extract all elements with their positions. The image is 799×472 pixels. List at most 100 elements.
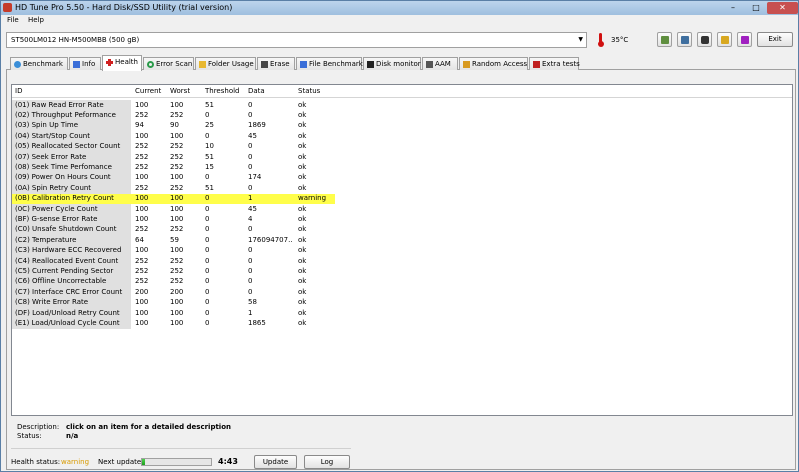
header-worst[interactable]: Worst [170,87,190,95]
tab-file-benchmark[interactable]: File Benchmark [296,57,363,70]
table-row[interactable]: (09) Power On Hours Count 100 100 0 174 ok [12,172,792,184]
cell-worst: 252 [170,256,184,265]
disk-monitor-icon [367,61,374,68]
cell-worst: 252 [170,152,184,161]
tab-folder-usage[interactable]: Folder Usage [195,57,256,70]
cell-id: (DF) Load/Unload Retry Count [15,308,120,317]
cell-current: 252 [135,110,149,119]
table-row[interactable]: (BF) G-sense Error Rate 100 100 0 4 ok [12,214,792,225]
copy-screen-button[interactable] [677,32,692,47]
menu-file[interactable]: File [7,16,19,24]
table-row[interactable]: (02) Throughput Peformance 252 252 0 0 ok [12,110,792,121]
table-row[interactable]: (C0) Unsafe Shutdown Count 252 252 0 0 ok [12,224,792,236]
tab-info[interactable]: Info [69,57,101,70]
cell-data: 174 [248,173,262,182]
cell-worst: 100 [170,173,184,182]
cell-data: 0 [248,142,253,151]
extra-tests-icon [533,61,540,68]
cell-current: 252 [135,183,149,192]
tab-aam[interactable]: AAM [422,57,458,70]
drive-select[interactable]: ST500LM012 HN-M500MBB (500 gB) ▼ [6,32,587,48]
header-status[interactable]: Status [298,87,320,95]
table-row[interactable]: (C5) Current Pending Sector 252 252 0 0 ok [12,266,792,277]
table-row[interactable]: (0C) Power Cycle Count 100 100 0 45 ok [12,204,792,215]
table-row[interactable]: (04) Start/Stop Count 100 100 0 45 ok [12,131,792,142]
health-status-label: Health status: [11,458,61,466]
table-row[interactable]: (07) Seek Error Rate 252 252 51 0 ok [12,152,792,163]
cell-threshold: 51 [205,100,214,109]
tab-health[interactable]: Health [102,55,142,71]
table-row[interactable]: (C7) Interface CRC Error Count 200 200 0 0 ok [12,287,792,298]
save-button[interactable] [737,32,752,47]
tab-random-access[interactable]: Random Access [459,57,528,70]
window-title: HD Tune Pro 5.50 - Hard Disk/SSD Utility… [15,3,233,12]
cell-status: ok [298,235,307,244]
table-row[interactable]: (C2) Temperature 64 59 0 176094707... ok [12,235,792,246]
cell-status: ok [298,246,307,255]
table-row[interactable]: (0A) Spin Retry Count 252 252 51 0 ok [12,183,792,194]
table-row[interactable]: (C6) Offline Uncorrectable 252 252 0 0 ok [12,276,792,288]
cell-status: ok [298,225,307,234]
cell-threshold: 0 [205,308,210,317]
maximize-button[interactable]: □ [745,2,767,14]
smart-attributes-list[interactable]: ID Current Worst Threshold Data Status (… [11,84,793,416]
header-current[interactable]: Current [135,87,161,95]
table-row[interactable]: (05) Reallocated Sector Count 252 252 10 0 ok [12,141,792,152]
cell-data: 1865 [248,318,266,327]
cell-current: 100 [135,194,149,203]
exit-button[interactable]: Exit [757,32,793,47]
log-button[interactable]: Log [304,455,350,469]
header-id[interactable]: ID [15,87,22,95]
cell-id: (03) Spin Up Time [15,121,79,130]
cell-id: (0C) Power Cycle Count [15,204,98,213]
table-row[interactable]: (08) Seek Time Perfomance 252 252 15 0 ok [12,162,792,173]
title-bar[interactable]: HD Tune Pro 5.50 - Hard Disk/SSD Utility… [1,1,798,15]
cell-worst: 90 [170,121,179,130]
cell-current: 64 [135,235,144,244]
cell-id: (09) Power On Hours Count [15,173,111,182]
header-data[interactable]: Data [248,87,265,95]
cell-data: 1 [248,194,253,203]
menu-help[interactable]: Help [28,16,44,24]
cell-data: 0 [248,287,253,296]
table-row[interactable]: (DF) Load/Unload Retry Count 100 100 0 1 ok [12,308,792,319]
cell-threshold: 15 [205,162,214,171]
table-row[interactable]: (01) Raw Read Error Rate 100 100 51 0 ok [12,100,792,111]
tab-bar: Benchmark Info Health Error Scan Folder … [6,55,796,71]
tab-erase[interactable]: Erase [257,57,295,70]
table-row[interactable]: (E1) Load/Unload Cycle Count 100 100 0 1865 o… [12,318,792,329]
tab-error-scan[interactable]: Error Scan [143,57,194,70]
table-row[interactable]: (03) Spin Up Time 94 90 25 1869 ok [12,120,792,132]
table-row[interactable]: (C8) Write Error Rate 100 100 0 58 ok [12,297,792,308]
cell-threshold: 0 [205,246,210,255]
tab-disk-monitor[interactable]: Disk monitor [363,57,421,70]
cell-current: 252 [135,256,149,265]
options-icon [721,36,729,44]
cell-worst: 252 [170,110,184,119]
cell-data: 0 [248,152,253,161]
header-threshold[interactable]: Threshold [205,87,240,95]
table-row[interactable]: (C4) Reallocated Event Count 252 252 0 0 ok [12,256,792,267]
table-row[interactable]: (C3) Hardware ECC Recovered 100 100 0 0 ok [12,245,792,256]
status-value: n/a [66,432,79,440]
copy-button[interactable] [657,32,672,47]
close-button[interactable]: ✕ [767,2,798,14]
cell-status: ok [298,287,307,296]
cell-threshold: 0 [205,235,210,244]
cell-data: 0 [248,225,253,234]
update-button[interactable]: Update [254,455,297,469]
cell-status: ok [298,298,307,307]
cell-current: 100 [135,308,149,317]
cell-worst: 100 [170,318,184,327]
cell-id: (C4) Reallocated Event Count [15,256,119,265]
cell-current: 252 [135,152,149,161]
cell-current: 252 [135,277,149,286]
table-row[interactable]: (0B) Calibration Retry Count 100 100 0 1 warn… [12,193,335,204]
options-button[interactable] [717,32,732,47]
minimize-button[interactable]: – [721,2,745,14]
cell-id: (07) Seek Error Rate [15,152,87,161]
chevron-down-icon[interactable]: ▼ [578,36,583,43]
tab-benchmark[interactable]: Benchmark [10,57,68,70]
screenshot-button[interactable] [697,32,712,47]
tab-extra-tests[interactable]: Extra tests [529,57,580,70]
